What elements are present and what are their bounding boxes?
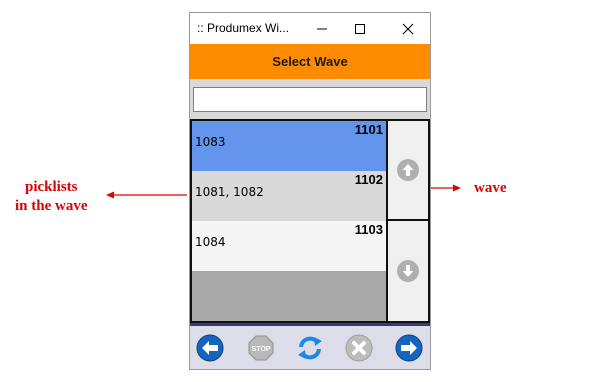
wave-picklists: 1083: [195, 135, 226, 149]
scroll-down-button[interactable]: [388, 221, 428, 321]
wave-picklists: 1081, 1082: [195, 185, 264, 199]
arrow-up-icon: [397, 159, 419, 181]
scroll-panel: [386, 119, 430, 323]
search-bar: [190, 79, 430, 119]
cancel-button[interactable]: [344, 333, 374, 363]
wave-number: 1101: [354, 122, 383, 137]
maximize-button[interactable]: [342, 13, 378, 44]
annotation-picklists-line2: in the wave: [15, 198, 88, 214]
forward-button[interactable]: [394, 333, 424, 363]
wave-list[interactable]: 1101 1083 1102 1081, 1082 1103 1084: [190, 119, 386, 323]
back-button[interactable]: [195, 333, 225, 363]
annotation-picklists: picklists in the wave: [15, 178, 88, 216]
wave-row-1101[interactable]: 1101 1083: [192, 121, 386, 171]
scroll-up-button[interactable]: [388, 121, 428, 221]
wave-picklists: 1084: [195, 235, 226, 249]
close-button[interactable]: [390, 13, 426, 44]
stop-button[interactable]: STOP: [246, 333, 276, 363]
app-window: :: Produmex Wi... Select Wave 1101 1083 …: [189, 12, 431, 370]
title-bar: :: Produmex Wi...: [190, 13, 430, 44]
stop-icon: STOP: [248, 335, 274, 361]
annotation-picklists-line1: picklists: [24, 179, 78, 195]
refresh-icon: [298, 336, 322, 360]
back-arrow-icon: [196, 334, 224, 362]
cancel-icon: [345, 334, 373, 362]
wave-row-1103[interactable]: 1103 1084: [192, 221, 386, 271]
bottom-toolbar: STOP: [190, 323, 430, 369]
wave-number: 1103: [354, 222, 383, 237]
forward-arrow-icon: [395, 334, 423, 362]
close-icon: [402, 23, 414, 34]
wave-number: 1102: [354, 172, 383, 187]
window-title: :: Produmex Wi...: [197, 21, 290, 35]
refresh-button[interactable]: [295, 333, 325, 363]
minimize-button[interactable]: [304, 13, 340, 44]
annotation-wave: wave: [474, 180, 507, 196]
arrow-down-icon: [397, 260, 419, 282]
maximize-icon: [355, 23, 365, 34]
search-input[interactable]: [193, 87, 427, 112]
minimize-icon: [317, 28, 327, 29]
wave-row-1102[interactable]: 1102 1081, 1082: [192, 171, 386, 221]
page-header: Select Wave: [190, 44, 430, 79]
page-title: Select Wave: [272, 54, 348, 69]
svg-text:STOP: STOP: [252, 346, 271, 353]
